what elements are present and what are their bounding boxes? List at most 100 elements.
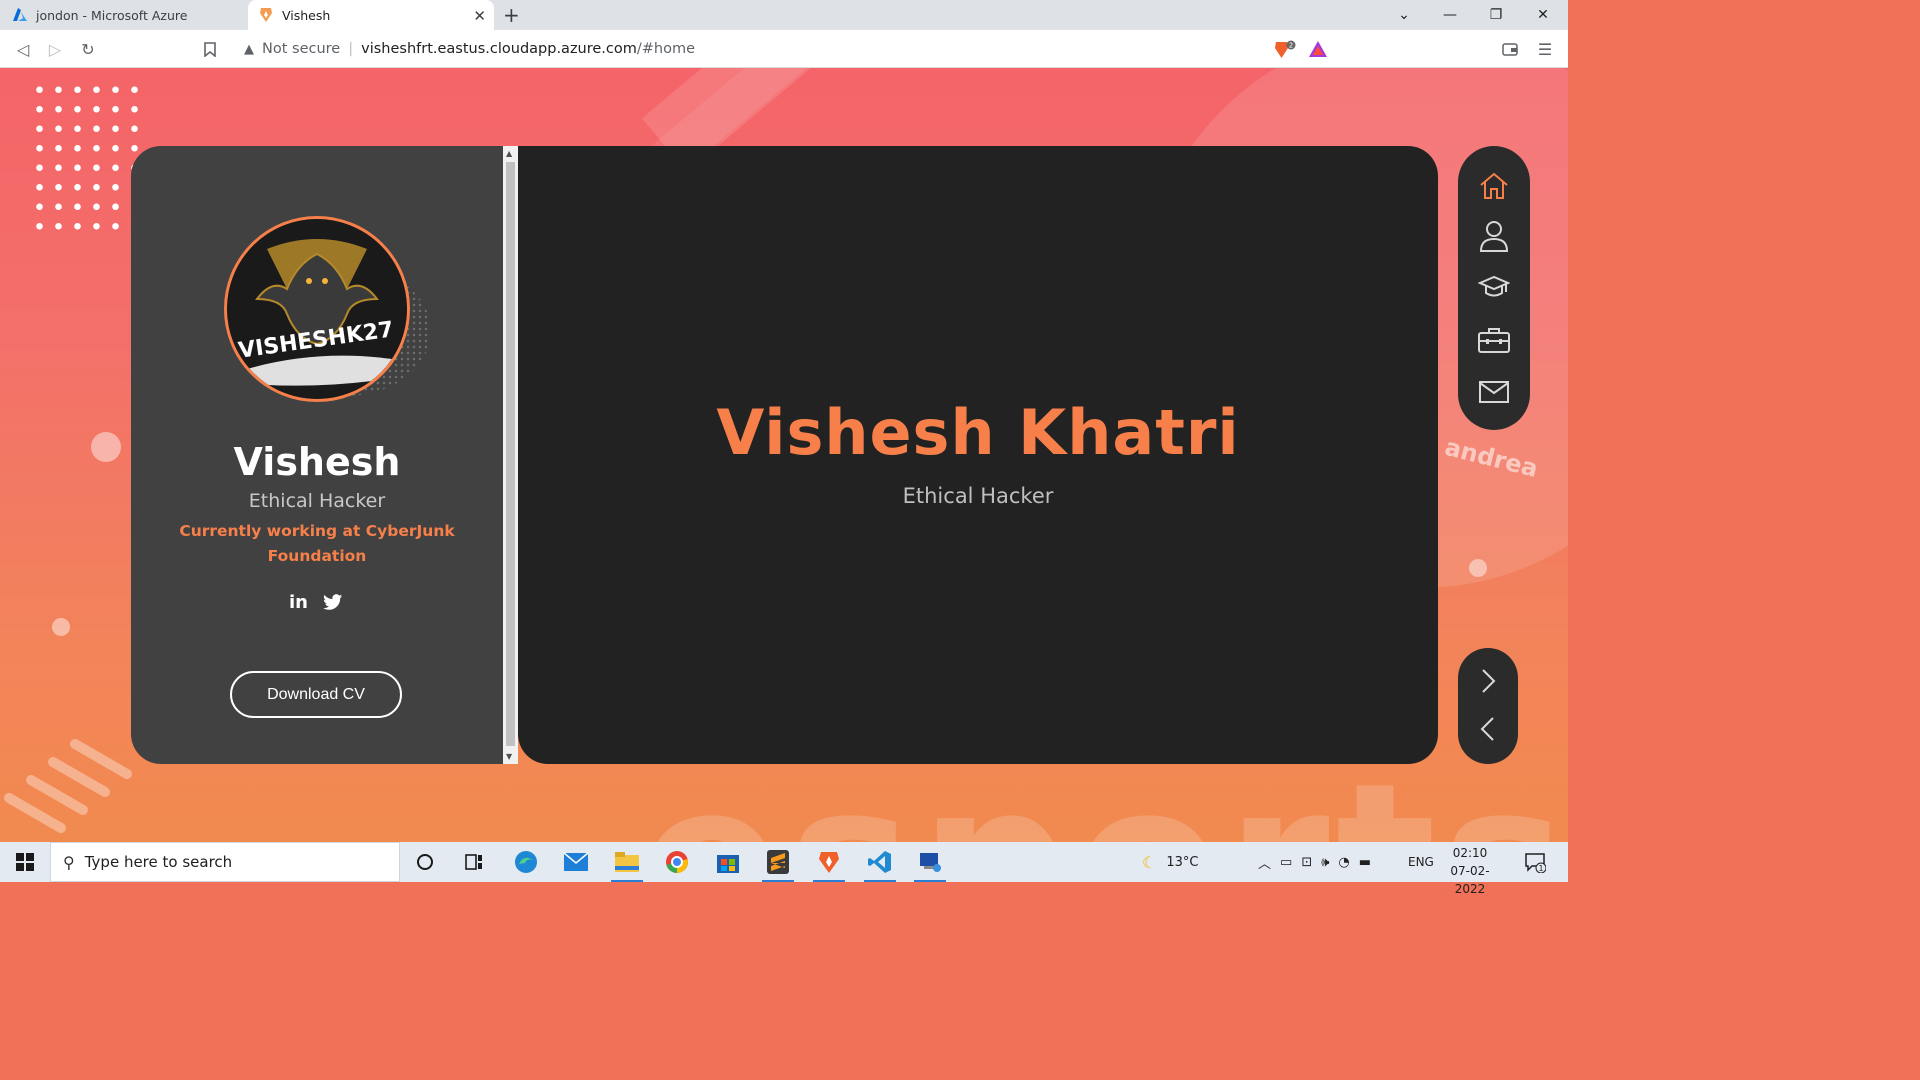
profile-name: Vishesh	[233, 440, 401, 484]
maximize-button[interactable]: ❐	[1473, 0, 1519, 30]
linkedin-label: in	[289, 592, 308, 613]
weather-widget[interactable]: ☾ 13°C	[1142, 842, 1198, 882]
home-icon[interactable]	[1474, 166, 1514, 206]
taskbar-search-input[interactable]: ⚲ Type here to search	[50, 842, 400, 882]
search-placeholder: Type here to search	[84, 853, 233, 871]
moon-icon: ☾	[1142, 852, 1157, 872]
edge-icon[interactable]	[506, 846, 546, 878]
graduation-cap-icon[interactable]	[1474, 268, 1514, 308]
page-background: esports andrea VISHESHK27 Vishesh Ethica…	[0, 68, 1568, 842]
file-explorer-icon[interactable]	[607, 846, 647, 882]
weather-temp: 13°C	[1166, 854, 1199, 870]
security-label: Not secure	[262, 41, 341, 57]
close-tab-icon[interactable]: ✕	[473, 7, 486, 25]
meet-now-icon[interactable]: ▭	[1280, 855, 1292, 870]
tab-vishesh[interactable]: Vishesh ✕	[248, 0, 494, 30]
section-nav	[1458, 146, 1530, 430]
wifi-icon[interactable]: ◔	[1338, 855, 1349, 870]
decor-dot-grid	[30, 80, 140, 230]
volume-icon[interactable]: 🕪	[1321, 855, 1329, 870]
avatar: VISHESHK27	[224, 216, 410, 402]
hero-subtitle: Ethical Hacker	[902, 484, 1054, 508]
decor-ball	[91, 432, 121, 462]
tab-search-chevron-icon[interactable]: ⌄	[1381, 0, 1427, 30]
active-indicator	[914, 880, 946, 882]
notification-center-icon[interactable]: 1	[1524, 842, 1546, 882]
clock[interactable]: 02:10 07-02-2022	[1438, 844, 1502, 898]
tab-azure[interactable]: jondon - Microsoft Azure	[0, 0, 248, 30]
address-bar[interactable]: ▲ Not secure | visheshfrt.eastus.cloudap…	[234, 34, 1336, 64]
avatar-logo: VISHESHK27	[227, 219, 407, 399]
download-cv-button[interactable]: Download CV	[230, 671, 402, 718]
next-arrow-icon[interactable]	[1473, 666, 1503, 696]
back-icon[interactable]: ◁	[12, 38, 34, 60]
menu-icon[interactable]: ☰	[1534, 38, 1556, 60]
scroll-up-icon[interactable]: ▲	[506, 149, 512, 158]
windows-start-icon[interactable]	[0, 842, 50, 882]
active-indicator	[864, 880, 896, 882]
bookmark-icon[interactable]	[199, 38, 221, 60]
brave-taskbar-icon[interactable]	[809, 846, 849, 882]
language-indicator[interactable]: ENG	[1408, 842, 1434, 882]
wallet-icon[interactable]	[1499, 38, 1521, 60]
mail-icon[interactable]	[1474, 372, 1514, 412]
briefcase-icon[interactable]	[1474, 320, 1514, 360]
hero-title: Vishesh Khatri	[716, 396, 1240, 469]
browser-toolbar: ◁ ▷ ↻ ▲ Not secure | visheshfrt.eastus.c…	[0, 30, 1568, 68]
url-text: visheshfrt.eastus.cloudapp.azure.com/#ho…	[361, 41, 695, 57]
new-tab-button[interactable]: +	[503, 3, 520, 27]
network-device-icon[interactable]: ⊡	[1301, 855, 1312, 870]
windows-taskbar: ⚲ Type here to search ☾ 13°C ︿ ▭ ⊡ 🕪 ◔ ▬…	[0, 842, 1568, 896]
vscode-icon[interactable]	[860, 846, 900, 882]
task-view-icon[interactable]	[454, 846, 494, 878]
browser-tab-bar: jondon - Microsoft Azure Vishesh ✕ + ⌄ —…	[0, 0, 1568, 30]
show-hidden-icons-chevron-icon[interactable]: ︿	[1258, 853, 1271, 872]
minimize-button[interactable]: —	[1427, 0, 1473, 30]
clock-date: 07-02-2022	[1450, 864, 1490, 896]
profile-role: Ethical Hacker	[248, 490, 386, 512]
store-icon[interactable]	[708, 846, 748, 878]
search-icon: ⚲	[63, 852, 75, 872]
background-watermark-text: esports	[640, 756, 1568, 843]
brave-icon	[258, 7, 274, 23]
chrome-icon[interactable]	[657, 846, 697, 878]
clock-time: 02:10	[1452, 846, 1488, 860]
cortana-icon[interactable]	[405, 846, 445, 878]
active-indicator	[611, 880, 643, 882]
sublime-icon[interactable]	[758, 846, 798, 882]
twitter-icon[interactable]	[323, 594, 343, 611]
tab-title: Vishesh	[282, 7, 331, 23]
card-scrollbar[interactable]: ▲ ▼	[503, 146, 518, 764]
page-arrows	[1458, 648, 1518, 764]
language-label: ENG	[1408, 855, 1434, 869]
remote-desktop-icon[interactable]	[910, 846, 950, 882]
profile-card: VISHESHK27 Vishesh Ethical Hacker Curren…	[131, 146, 503, 764]
battery-icon[interactable]: ▬	[1359, 855, 1371, 870]
hero-card: Vishesh Khatri Ethical Hacker	[518, 146, 1438, 764]
user-icon[interactable]	[1474, 216, 1514, 256]
azure-icon	[12, 7, 28, 23]
decor-ball	[52, 618, 70, 636]
url-path: /#home	[636, 41, 696, 57]
reload-icon[interactable]: ↻	[77, 38, 99, 60]
active-indicator	[813, 880, 845, 882]
profile-work-status: Currently working at CyberJunk Foundatio…	[179, 522, 455, 565]
brave-badge-count: 2	[1289, 42, 1293, 50]
url-divider: |	[348, 41, 354, 57]
brave-shields-icon[interactable]: 2	[1274, 40, 1296, 64]
scrollbar-thumb[interactable]	[506, 162, 515, 746]
scroll-down-icon[interactable]: ▼	[506, 752, 512, 761]
brave-rewards-icon[interactable]	[1308, 40, 1328, 62]
active-indicator	[762, 880, 794, 882]
linkedin-icon[interactable]: in	[289, 592, 308, 613]
close-window-button[interactable]: ✕	[1520, 0, 1566, 30]
forward-icon[interactable]: ▷	[44, 38, 66, 60]
notification-count: 1	[1538, 864, 1543, 873]
mail-app-icon[interactable]	[556, 846, 596, 878]
prev-arrow-icon[interactable]	[1473, 714, 1503, 744]
decor-ball	[1469, 559, 1487, 577]
tab-title: jondon - Microsoft Azure	[36, 7, 188, 23]
warning-icon: ▲	[244, 41, 254, 57]
url-host: visheshfrt.eastus.cloudapp.azure.com	[361, 41, 637, 57]
system-tray: ︿ ▭ ⊡ 🕪 ◔ ▬	[1258, 842, 1371, 882]
